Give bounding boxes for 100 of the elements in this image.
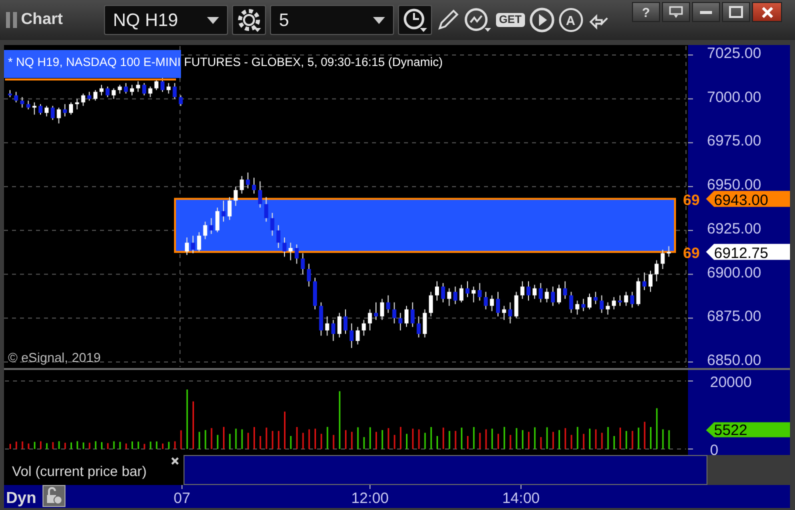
candlestick xyxy=(331,319,336,342)
candlestick xyxy=(56,107,61,124)
candlestick xyxy=(203,221,208,240)
candlestick xyxy=(112,88,116,100)
window-title: Chart xyxy=(21,11,63,29)
close-icon xyxy=(760,6,774,18)
candlestick xyxy=(447,288,452,306)
play-icon[interactable] xyxy=(528,7,555,33)
price-axis-label: 6950.00 xyxy=(707,176,762,194)
candlestick xyxy=(178,94,183,106)
candlestick xyxy=(514,291,518,319)
candlestick xyxy=(484,291,488,310)
time-axis-label: 07 xyxy=(174,490,190,507)
candlestick xyxy=(496,291,500,317)
candlestick xyxy=(618,294,622,306)
candlestick xyxy=(50,105,55,120)
close-button[interactable] xyxy=(752,2,782,22)
minimize-button[interactable] xyxy=(692,2,720,22)
dock-button[interactable] xyxy=(662,2,690,22)
price-axis-label: 6900.00 xyxy=(707,264,762,282)
candlestick xyxy=(532,284,537,300)
pencil-icon[interactable] xyxy=(436,8,460,32)
close-icon[interactable] xyxy=(171,457,179,465)
candlestick xyxy=(356,326,360,345)
candlestick xyxy=(538,282,543,303)
candlestick xyxy=(130,84,134,96)
candlestick xyxy=(581,298,586,312)
candlestick xyxy=(306,263,311,288)
line-chart-icon[interactable] xyxy=(464,6,492,34)
settings-button[interactable] xyxy=(232,5,266,35)
lock-icon[interactable] xyxy=(42,485,66,507)
candlestick xyxy=(62,104,67,117)
candlestick xyxy=(44,105,49,117)
get-button[interactable]: GET xyxy=(496,13,525,27)
candlestick xyxy=(344,308,348,334)
candlestick xyxy=(337,312,342,338)
candlestick xyxy=(294,244,299,264)
candlestick xyxy=(106,86,110,98)
candlestick xyxy=(368,308,372,331)
candlestick xyxy=(550,286,555,306)
candlestick xyxy=(142,82,146,96)
minimize-icon xyxy=(700,10,712,14)
candlestick xyxy=(282,236,286,258)
candlestick xyxy=(466,280,470,298)
candlestick xyxy=(392,302,396,324)
candlestick xyxy=(594,291,598,305)
candlestick xyxy=(14,91,18,103)
dock-icon xyxy=(669,6,683,18)
candlestick xyxy=(81,93,86,106)
candlestick xyxy=(502,305,506,320)
candlestick xyxy=(184,236,189,256)
candlestick xyxy=(569,291,574,314)
chart-title: * NQ H19, NASDAQ 100 E-MINI FUTURES - GLOBEX, 5, 09:30-16:15 (Dynamic) xyxy=(8,55,443,69)
candlestick xyxy=(240,176,244,194)
candlestick xyxy=(148,86,152,98)
clock-icon xyxy=(402,7,428,33)
price-tag-label: 6912.75 xyxy=(714,244,768,262)
candlestick xyxy=(380,298,384,320)
candlestick xyxy=(508,302,512,324)
candlestick xyxy=(459,284,464,303)
candlestick xyxy=(441,282,446,303)
time-axis-label: 12:00 xyxy=(351,490,389,507)
help-button[interactable]: ? xyxy=(632,2,660,22)
candlestick xyxy=(660,249,665,270)
candlestick xyxy=(20,96,24,108)
interval-dropdown[interactable]: 5 xyxy=(270,5,394,35)
candlestick xyxy=(215,207,220,233)
candlestick xyxy=(654,260,659,282)
time-axis-label: 14:00 xyxy=(502,490,540,507)
symbol-dropdown[interactable]: NQ H19 xyxy=(104,5,228,35)
caret-icon xyxy=(373,16,385,24)
price-axis-label: 6875.00 xyxy=(707,308,762,326)
price-tag-label: 6943.00 xyxy=(714,192,768,209)
study-legend: Vol (current price bar) xyxy=(12,463,147,479)
candlestick xyxy=(386,294,390,314)
caret-icon xyxy=(207,16,219,24)
candlestick xyxy=(197,232,202,252)
candlestick xyxy=(575,300,580,316)
maximize-icon xyxy=(729,6,743,18)
candlestick xyxy=(563,280,568,300)
candlestick xyxy=(69,102,73,116)
candlestick xyxy=(38,104,42,116)
candlestick xyxy=(600,294,604,314)
volume-axis-label: 0 xyxy=(710,442,718,459)
candlestick xyxy=(478,282,482,302)
candlestick xyxy=(222,200,226,222)
candlestick xyxy=(228,196,232,220)
candlestick xyxy=(453,286,458,305)
candlestick xyxy=(191,235,195,254)
maximize-button[interactable] xyxy=(722,2,750,22)
candlestick xyxy=(642,272,646,291)
candlestick xyxy=(100,84,104,96)
clock-button[interactable] xyxy=(398,5,432,35)
price-axis-label: 6975.00 xyxy=(707,132,762,150)
annotation-button[interactable]: A xyxy=(558,8,583,32)
candlestick xyxy=(416,316,421,338)
settings-icon xyxy=(236,7,262,33)
candlestick xyxy=(472,286,476,303)
candlestick xyxy=(154,79,158,91)
grip-icon[interactable] xyxy=(6,12,17,28)
